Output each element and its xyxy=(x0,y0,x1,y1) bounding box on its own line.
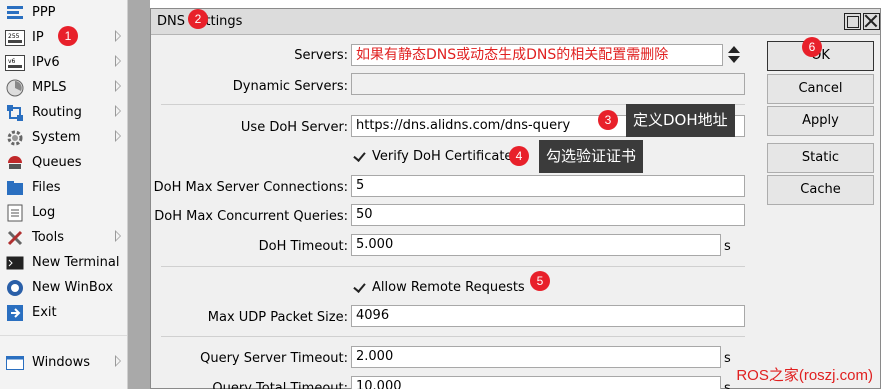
servers-field[interactable]: 如果有静态DNS或动态生成DNS的相关配置需删除 xyxy=(351,44,723,66)
doh-max-server-connections-field[interactable]: 5 xyxy=(351,175,745,197)
menu-label-exit: Exit xyxy=(32,305,57,320)
verify-doh-checkbox[interactable]: Verify DoH Certificate xyxy=(353,149,512,164)
menu-item-ipv6[interactable]: v6 IPv6 xyxy=(0,50,127,75)
menu-item-new-winbox[interactable]: New WinBox xyxy=(0,275,127,300)
servers-label: Servers: xyxy=(294,48,348,63)
apply-button[interactable]: Apply xyxy=(767,106,874,136)
doh-timeout-field[interactable]: 5.000 xyxy=(351,234,721,256)
allow-remote-requests-label: Allow Remote Requests xyxy=(372,280,525,295)
menu-label-mpls: MPLS xyxy=(32,80,67,95)
max-udp-packet-size-field[interactable]: 4096 xyxy=(351,305,745,327)
submenu-arrow-icon xyxy=(115,105,121,117)
verify-doh-label: Verify DoH Certificate xyxy=(372,149,513,164)
menu-label-queues: Queues xyxy=(32,155,82,170)
dns-settings-dialog: DNS Settings Servers: 如果有静态DNS或动态生成DNS的相… xyxy=(150,8,881,389)
step-badge-3: 3 xyxy=(598,110,618,130)
menu-label-new-terminal: New Terminal xyxy=(32,255,120,270)
log-icon xyxy=(5,204,25,222)
doh-max-concurrent-queries-field[interactable]: 50 xyxy=(351,204,745,226)
tip-verify-cert: 勾选验证证书 xyxy=(539,140,644,173)
menu-label-ppp: PPP xyxy=(32,5,56,20)
menu-item-system[interactable]: System xyxy=(0,125,127,150)
step-badge-1: 1 xyxy=(58,26,78,46)
tip-define-doh: 定义DOH地址 xyxy=(626,104,735,137)
checkmark-icon xyxy=(353,281,366,294)
menu-item-routing[interactable]: Routing xyxy=(0,100,127,125)
cancel-button[interactable]: Cancel xyxy=(767,74,874,104)
workspace-background xyxy=(128,0,150,389)
query-total-timeout-label: Query Total Timeout: xyxy=(212,381,348,389)
submenu-arrow-icon xyxy=(115,130,121,142)
step-badge-2: 2 xyxy=(188,9,208,29)
submenu-arrow-icon xyxy=(115,230,121,242)
menu-label-routing: Routing xyxy=(32,105,82,120)
menu-item-files[interactable]: Files xyxy=(0,175,127,200)
watermark: ROS之家(roszj.com) xyxy=(736,367,873,384)
submenu-arrow-icon xyxy=(115,30,121,42)
menu-label-ip: IP xyxy=(32,30,44,45)
submenu-arrow-icon xyxy=(115,55,121,67)
query-server-timeout-field[interactable]: 2.000 xyxy=(351,346,721,368)
dialog-titlebar[interactable]: DNS Settings xyxy=(151,9,880,35)
menu-item-exit[interactable]: Exit xyxy=(0,300,127,325)
windows-icon xyxy=(5,354,25,372)
cache-button[interactable]: Cache xyxy=(767,175,874,205)
servers-updown-icon[interactable] xyxy=(727,45,741,65)
ipv6-icon: v6 xyxy=(5,54,25,72)
menu-item-mpls[interactable]: MPLS xyxy=(0,75,127,100)
section-divider xyxy=(161,266,745,267)
allow-remote-requests-checkbox[interactable]: Allow Remote Requests xyxy=(353,280,525,295)
menu-label-new-winbox: New WinBox xyxy=(32,280,114,295)
query-total-timeout-field[interactable]: 10.000 xyxy=(351,376,721,389)
doh-max-concurrent-queries-label: DoH Max Concurrent Queries: xyxy=(154,209,348,224)
menu-item-ppp[interactable]: PPP xyxy=(0,0,127,25)
checkmark-icon xyxy=(353,150,366,163)
mpls-icon xyxy=(5,79,25,97)
static-button[interactable]: Static xyxy=(767,143,874,173)
svg-text:255: 255 xyxy=(8,33,20,40)
submenu-arrow-icon xyxy=(115,355,121,367)
menu-divider xyxy=(0,335,127,336)
menu-label-ipv6: IPv6 xyxy=(32,55,60,70)
svg-text:v6: v6 xyxy=(8,58,16,65)
menu-item-new-terminal[interactable]: New Terminal xyxy=(0,250,127,275)
folder-icon xyxy=(5,179,25,197)
routing-icon xyxy=(5,104,25,122)
dynamic-servers-field xyxy=(351,73,745,95)
ppp-icon xyxy=(5,4,25,22)
menu-label-windows: Windows xyxy=(32,355,91,370)
query-server-timeout-unit: s xyxy=(724,351,731,366)
doh-server-label: Use DoH Server: xyxy=(240,120,348,135)
menu-label-system: System xyxy=(32,130,81,145)
dynamic-servers-label: Dynamic Servers: xyxy=(232,79,348,94)
step-badge-5: 5 xyxy=(530,271,550,291)
submenu-arrow-icon xyxy=(115,80,121,92)
menu-item-windows[interactable]: Windows xyxy=(0,350,127,375)
step-badge-4: 4 xyxy=(509,146,529,166)
exit-icon xyxy=(5,304,25,322)
step-badge-6: 6 xyxy=(802,37,822,57)
menu-item-tools[interactable]: Tools xyxy=(0,225,127,250)
menu-item-log[interactable]: Log xyxy=(0,200,127,225)
terminal-icon xyxy=(5,254,25,272)
menu-item-queues[interactable]: Queues xyxy=(0,150,127,175)
doh-timeout-unit: s xyxy=(724,239,731,254)
query-server-timeout-label: Query Server Timeout: xyxy=(200,351,348,366)
queues-icon xyxy=(5,154,25,172)
section-divider xyxy=(161,336,745,337)
doh-timeout-label: DoH Timeout: xyxy=(258,239,348,254)
menu-label-files: Files xyxy=(32,180,61,195)
max-udp-packet-size-label: Max UDP Packet Size: xyxy=(207,310,348,325)
main-menu: PPP 255 IP v6 IPv6 MPLS Routing System Q… xyxy=(0,0,128,389)
tools-icon xyxy=(5,229,25,247)
query-total-timeout-unit: s xyxy=(724,381,731,389)
winbox-icon xyxy=(5,279,25,297)
gear-icon xyxy=(5,129,25,147)
menu-label-tools: Tools xyxy=(32,230,65,245)
maximize-icon[interactable] xyxy=(844,13,861,30)
doh-max-server-connections-label: DoH Max Server Connections: xyxy=(153,180,348,195)
ip-icon: 255 xyxy=(5,29,25,47)
menu-label-log: Log xyxy=(32,205,56,220)
close-icon[interactable] xyxy=(863,13,880,30)
